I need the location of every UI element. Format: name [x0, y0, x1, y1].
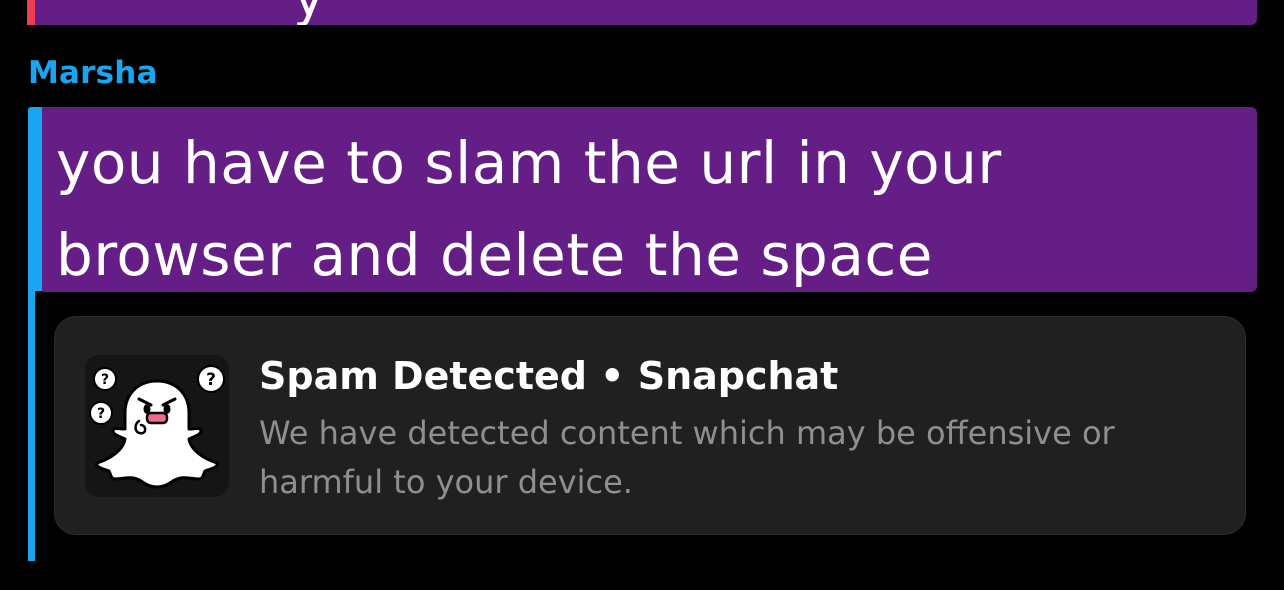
- message-accent-bar: [28, 107, 42, 291]
- link-preview-title: Spam Detected • Snapchat: [259, 354, 839, 398]
- svg-text:?: ?: [101, 372, 109, 388]
- previous-message-text: y: [293, 0, 325, 24]
- link-preview-description: We have detected content which may be of…: [259, 414, 1115, 501]
- message-text: you have to slam the url in your browser…: [56, 129, 1002, 289]
- snapchat-ghost-confused-icon: ? ? ?: [89, 365, 225, 489]
- message-bubble[interactable]: you have to slam the url in your browser…: [42, 107, 1257, 292]
- sender-name: Marsha: [28, 55, 158, 91]
- previous-sender-bar: [27, 0, 35, 25]
- chat-screen: y Marsha you have to slam the url in you…: [0, 0, 1284, 590]
- link-preview-card[interactable]: ? ? ? Spam Detected • Snapchat We have d…: [54, 316, 1246, 535]
- previous-message-bubble[interactable]: y: [35, 0, 1257, 25]
- svg-text:?: ?: [97, 406, 105, 422]
- sender-thread-bar: [28, 107, 42, 561]
- svg-text:?: ?: [206, 370, 216, 390]
- link-preview-thumbnail: ? ? ?: [85, 355, 229, 497]
